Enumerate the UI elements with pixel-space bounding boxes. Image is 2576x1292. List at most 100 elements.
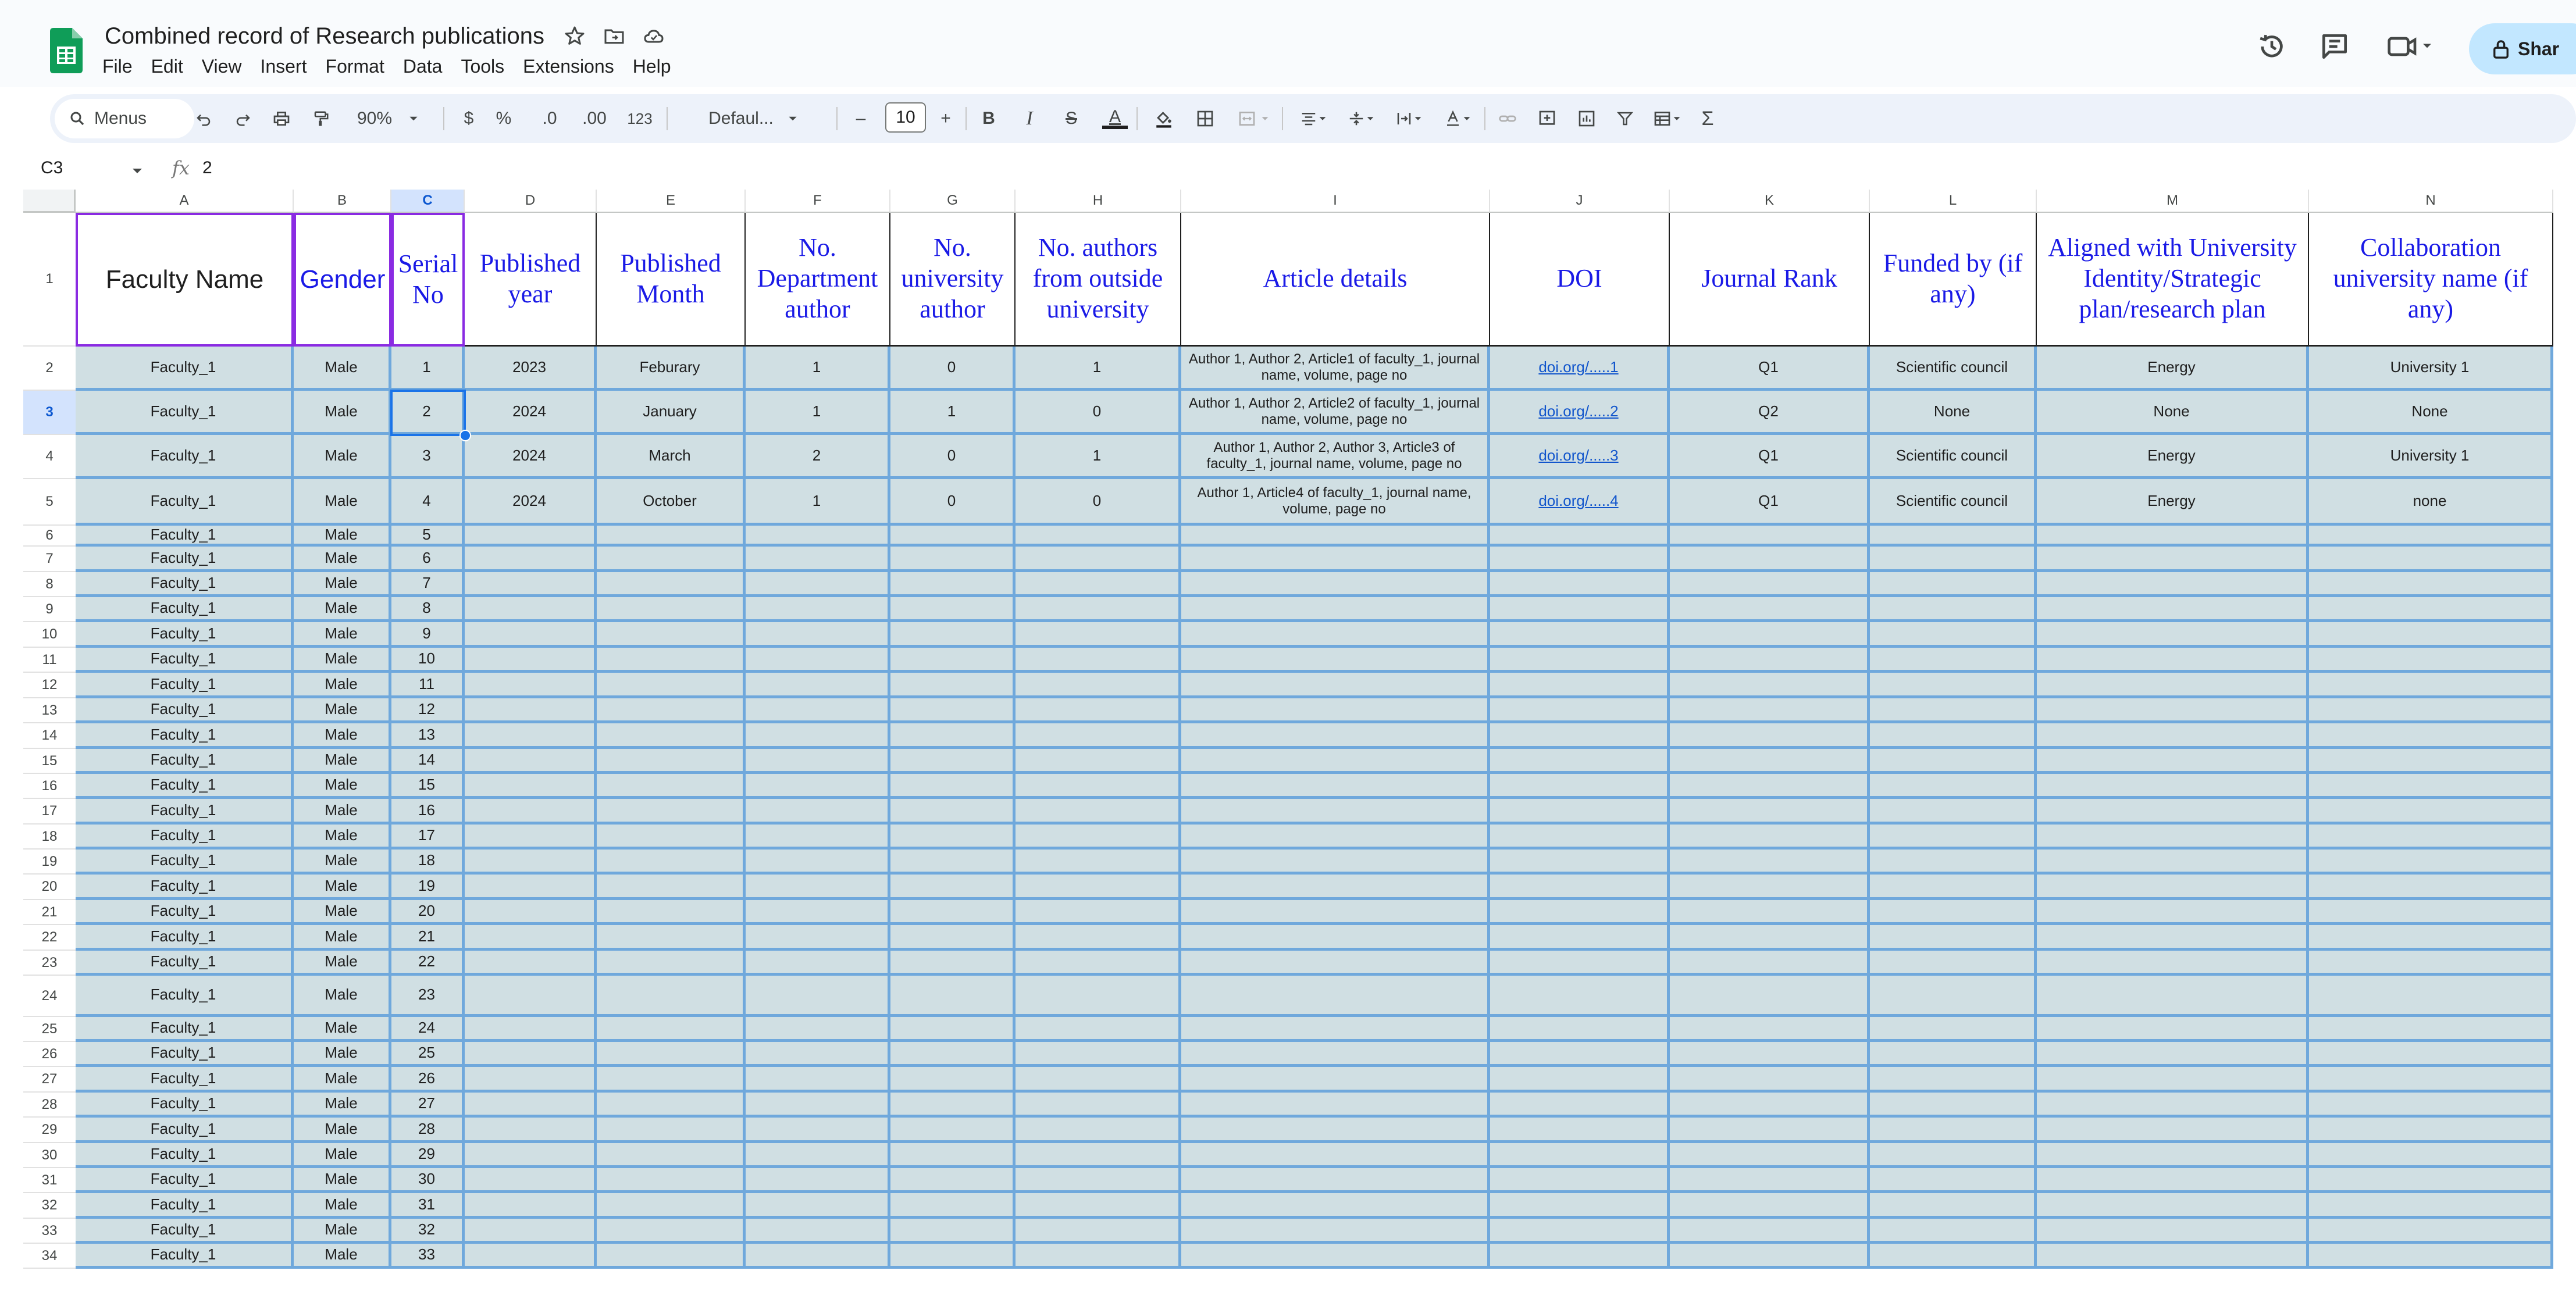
text-rotation-button[interactable] bbox=[1438, 105, 1478, 133]
cell-l20[interactable] bbox=[1870, 875, 2037, 900]
menu-edit[interactable]: Edit bbox=[142, 56, 193, 77]
strikethrough-button[interactable]: S bbox=[1060, 105, 1083, 133]
cell-e34[interactable] bbox=[597, 1244, 746, 1269]
cell-l7[interactable] bbox=[1870, 547, 2037, 572]
header-cell-no-university-author[interactable]: No. university author bbox=[890, 213, 1016, 347]
cell-d20[interactable] bbox=[465, 875, 597, 900]
cell-b2[interactable]: Male bbox=[294, 347, 391, 391]
header-cell-published-month[interactable]: Published Month bbox=[597, 213, 746, 347]
cell-m6[interactable] bbox=[2037, 526, 2309, 547]
cell-f23[interactable] bbox=[746, 951, 890, 976]
cell-b34[interactable]: Male bbox=[294, 1244, 391, 1269]
cell-b30[interactable]: Male bbox=[294, 1143, 391, 1168]
cell-f16[interactable] bbox=[746, 774, 890, 799]
cell-b15[interactable]: Male bbox=[294, 749, 391, 774]
menu-data[interactable]: Data bbox=[394, 56, 452, 77]
cell-h30[interactable] bbox=[1016, 1143, 1181, 1168]
cell-b22[interactable]: Male bbox=[294, 925, 391, 951]
cell-j14[interactable] bbox=[1490, 723, 1670, 749]
decrease-decimal-button[interactable]: .0 bbox=[535, 105, 564, 133]
cell-j32[interactable] bbox=[1490, 1193, 1670, 1219]
cell-c7[interactable]: 6 bbox=[391, 547, 465, 572]
row-header-24[interactable]: 24 bbox=[23, 976, 76, 1017]
filter-views-button[interactable] bbox=[1647, 105, 1688, 133]
cell-j3[interactable]: doi.org/.....2 bbox=[1490, 391, 1670, 435]
cell-k18[interactable] bbox=[1670, 825, 1870, 850]
cell-h24[interactable] bbox=[1016, 976, 1181, 1017]
cell-n24[interactable] bbox=[2309, 976, 2553, 1017]
cell-h27[interactable] bbox=[1016, 1067, 1181, 1093]
cell-c27[interactable]: 26 bbox=[391, 1067, 465, 1093]
cell-i4[interactable]: Author 1, Author 2, Author 3, Article3 o… bbox=[1181, 435, 1490, 479]
cell-l24[interactable] bbox=[1870, 976, 2037, 1017]
cell-f20[interactable] bbox=[746, 875, 890, 900]
cell-n14[interactable] bbox=[2309, 723, 2553, 749]
cell-h33[interactable] bbox=[1016, 1219, 1181, 1244]
cell-m2[interactable]: Energy bbox=[2037, 347, 2309, 391]
cell-f22[interactable] bbox=[746, 925, 890, 951]
row-header-11[interactable]: 11 bbox=[23, 648, 76, 673]
cell-c10[interactable]: 9 bbox=[391, 622, 465, 648]
cell-k20[interactable] bbox=[1670, 875, 1870, 900]
cell-g16[interactable] bbox=[890, 774, 1016, 799]
cell-g6[interactable] bbox=[890, 526, 1016, 547]
cell-f24[interactable] bbox=[746, 976, 890, 1017]
row-header-15[interactable]: 15 bbox=[23, 749, 76, 774]
cell-f14[interactable] bbox=[746, 723, 890, 749]
cell-i28[interactable] bbox=[1181, 1093, 1490, 1118]
cell-m20[interactable] bbox=[2037, 875, 2309, 900]
cell-i24[interactable] bbox=[1181, 976, 1490, 1017]
cell-n19[interactable] bbox=[2309, 850, 2553, 875]
text-color-button[interactable]: A bbox=[1100, 105, 1130, 133]
cell-m7[interactable] bbox=[2037, 547, 2309, 572]
cell-f9[interactable] bbox=[746, 597, 890, 622]
cell-j23[interactable] bbox=[1490, 951, 1670, 976]
cell-f8[interactable] bbox=[746, 572, 890, 597]
cell-h16[interactable] bbox=[1016, 774, 1181, 799]
cell-d21[interactable] bbox=[465, 900, 597, 925]
chevron-down-icon[interactable] bbox=[131, 166, 143, 176]
cell-l34[interactable] bbox=[1870, 1244, 2037, 1269]
cell-m29[interactable] bbox=[2037, 1118, 2309, 1143]
cell-n22[interactable] bbox=[2309, 925, 2553, 951]
cell-f11[interactable] bbox=[746, 648, 890, 673]
cell-m23[interactable] bbox=[2037, 951, 2309, 976]
cell-a15[interactable]: Faculty_1 bbox=[76, 749, 294, 774]
cell-g9[interactable] bbox=[890, 597, 1016, 622]
cell-l23[interactable] bbox=[1870, 951, 2037, 976]
cell-k12[interactable] bbox=[1670, 673, 1870, 698]
cell-c19[interactable]: 18 bbox=[391, 850, 465, 875]
cell-i15[interactable] bbox=[1181, 749, 1490, 774]
cell-h21[interactable] bbox=[1016, 900, 1181, 925]
header-cell-published-year[interactable]: Published year bbox=[465, 213, 597, 347]
doi-link[interactable]: doi.org/.....1 bbox=[1538, 358, 1618, 376]
cell-g25[interactable] bbox=[890, 1017, 1016, 1042]
cell-l5[interactable]: Scientific council bbox=[1870, 479, 2037, 526]
column-header-k[interactable]: K bbox=[1670, 190, 1870, 213]
cell-d13[interactable] bbox=[465, 698, 597, 723]
cell-h22[interactable] bbox=[1016, 925, 1181, 951]
cell-e32[interactable] bbox=[597, 1193, 746, 1219]
cell-l15[interactable] bbox=[1870, 749, 2037, 774]
cell-a22[interactable]: Faculty_1 bbox=[76, 925, 294, 951]
cell-g10[interactable] bbox=[890, 622, 1016, 648]
cell-b31[interactable]: Male bbox=[294, 1168, 391, 1193]
cell-a23[interactable]: Faculty_1 bbox=[76, 951, 294, 976]
cell-n3[interactable]: None bbox=[2309, 391, 2553, 435]
cell-n7[interactable] bbox=[2309, 547, 2553, 572]
cell-j17[interactable] bbox=[1490, 799, 1670, 825]
zoom-select[interactable]: 90% bbox=[348, 105, 429, 133]
cell-d26[interactable] bbox=[465, 1042, 597, 1067]
cell-f33[interactable] bbox=[746, 1219, 890, 1244]
cell-e21[interactable] bbox=[597, 900, 746, 925]
column-header-a[interactable]: A bbox=[76, 190, 294, 213]
column-header-c[interactable]: C bbox=[391, 190, 465, 213]
row-header-5[interactable]: 5 bbox=[23, 479, 76, 526]
cell-i3[interactable]: Author 1, Author 2, Article2 of faculty_… bbox=[1181, 391, 1490, 435]
cell-g26[interactable] bbox=[890, 1042, 1016, 1067]
cell-k9[interactable] bbox=[1670, 597, 1870, 622]
cell-g34[interactable] bbox=[890, 1244, 1016, 1269]
cell-b26[interactable]: Male bbox=[294, 1042, 391, 1067]
cell-k34[interactable] bbox=[1670, 1244, 1870, 1269]
cell-d7[interactable] bbox=[465, 547, 597, 572]
